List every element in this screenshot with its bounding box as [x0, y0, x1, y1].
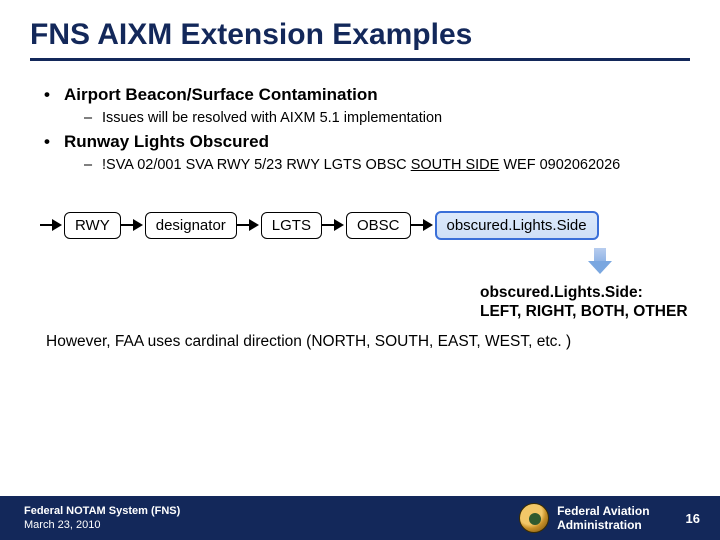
arrow-right-icon [237, 218, 261, 232]
notam-suffix: WEF 0902062026 [499, 157, 620, 173]
arrow-right-icon [40, 218, 64, 232]
footer-system-name: Federal NOTAM System (FNS) [24, 504, 519, 518]
enum-values: LEFT, RIGHT, BOTH, OTHER [480, 302, 700, 321]
content-area: Airport Beacon/Surface Contamination Iss… [30, 85, 690, 351]
sub-bullet-item: Issues will be resolved with AIXM 5.1 im… [64, 109, 690, 128]
flow-diagram: RWY designator LGTS OBSC obscured.Lights… [40, 211, 690, 240]
footer-date: March 23, 2010 [24, 518, 519, 532]
bullet-text: Runway Lights Obscured [64, 132, 269, 151]
sub-bullet-item: !SVA 02/001 SVA RWY 5/23 RWY LGTS OBSC S… [64, 156, 690, 175]
arrow-right-icon [121, 218, 145, 232]
bullet-list: Airport Beacon/Surface Contamination Iss… [40, 85, 690, 175]
sub-bullet-list: !SVA 02/001 SVA RWY 5/23 RWY LGTS OBSC S… [64, 156, 690, 175]
notam-prefix: !SVA 02/001 SVA RWY 5/23 RWY LGTS OBSC [102, 157, 411, 173]
arrow-right-icon [411, 218, 435, 232]
faa-note: However, FAA uses cardinal direction (NO… [40, 333, 690, 351]
footer-agency-block: Federal Aviation Administration [519, 503, 649, 533]
footer-agency-name: Federal Aviation Administration [557, 504, 649, 533]
slide: FNS AIXM Extension Examples Airport Beac… [0, 0, 720, 540]
sub-bullet-list: Issues will be resolved with AIXM 5.1 im… [64, 109, 690, 128]
slide-footer: Federal NOTAM System (FNS) March 23, 201… [0, 496, 720, 540]
arrow-down-icon [591, 248, 609, 274]
arrow-right-icon [322, 218, 346, 232]
enum-label: obscured.Lights.Side: [480, 283, 700, 302]
page-number: 16 [686, 511, 700, 526]
bullet-text: Airport Beacon/Surface Contamination [64, 85, 378, 104]
down-arrow-container [580, 248, 620, 279]
notam-underlined: SOUTH SIDE [411, 157, 500, 173]
agency-line1: Federal Aviation [557, 504, 649, 518]
footer-left: Federal NOTAM System (FNS) March 23, 201… [24, 504, 519, 533]
diagram-box-obsc: OBSC [346, 212, 411, 239]
enum-block: obscured.Lights.Side: LEFT, RIGHT, BOTH,… [480, 283, 700, 322]
faa-seal-icon [519, 503, 549, 533]
diagram-box-obscured-lights-side: obscured.Lights.Side [435, 211, 599, 240]
bullet-item: Runway Lights Obscured !SVA 02/001 SVA R… [40, 132, 690, 175]
slide-title: FNS AIXM Extension Examples [30, 18, 690, 61]
agency-line2: Administration [557, 518, 649, 532]
diagram-box-rwy: RWY [64, 212, 121, 239]
diagram-box-lgts: LGTS [261, 212, 322, 239]
bullet-item: Airport Beacon/Surface Contamination Iss… [40, 85, 690, 128]
diagram-box-designator: designator [145, 212, 237, 239]
